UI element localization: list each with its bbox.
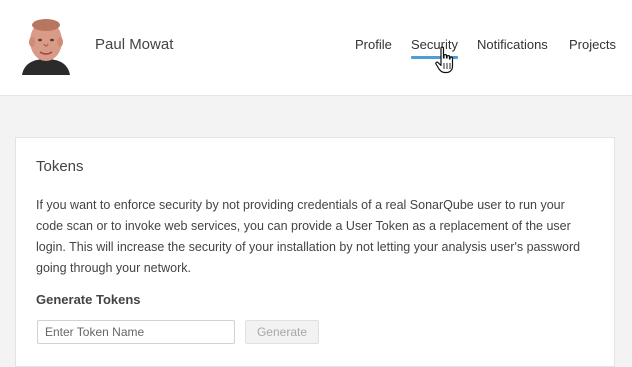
hand-pointer-icon bbox=[435, 46, 454, 74]
tokens-panel: Tokens If you want to enforce security b… bbox=[15, 137, 615, 367]
tab-projects[interactable]: Projects bbox=[569, 37, 616, 52]
tab-profile[interactable]: Profile bbox=[355, 37, 392, 52]
token-name-input[interactable] bbox=[37, 320, 235, 344]
tab-notifications[interactable]: Notifications bbox=[477, 37, 548, 52]
tokens-title: Tokens bbox=[36, 158, 84, 175]
tokens-description: If you want to enforce security by not p… bbox=[36, 198, 581, 275]
account-header: Paul Mowat Profile Security Notification… bbox=[0, 0, 632, 96]
generate-tokens-heading: Generate Tokens bbox=[36, 292, 141, 307]
user-avatar bbox=[20, 15, 72, 75]
user-name: Paul Mowat bbox=[95, 36, 174, 53]
avatar-photo-icon bbox=[20, 15, 72, 75]
generate-button[interactable]: Generate bbox=[245, 320, 319, 344]
